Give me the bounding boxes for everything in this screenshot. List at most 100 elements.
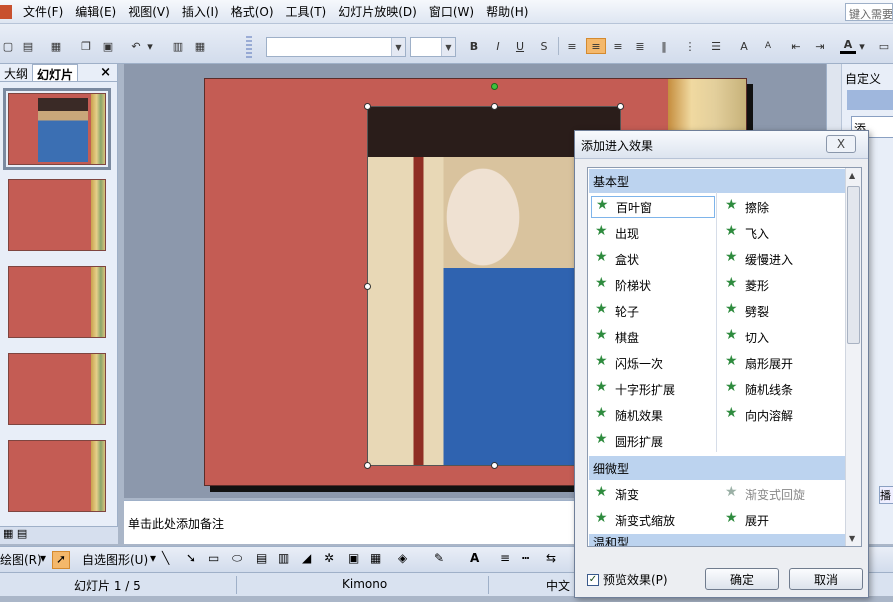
draw-menu-button[interactable]: 绘图(R): [0, 551, 42, 569]
decrease-indent-icon[interactable]: ⇤: [788, 38, 804, 54]
increase-indent-icon[interactable]: ⇥: [812, 38, 828, 54]
design-icon[interactable]: ▭: [876, 38, 892, 54]
draw-menu-dropdown-icon[interactable]: ▾: [40, 551, 46, 569]
diagram-icon[interactable]: ✲: [324, 551, 334, 569]
undo-icon[interactable]: ↶: [128, 38, 144, 54]
effect-item[interactable]: 十字形扩展: [595, 378, 675, 400]
task-pane-nav[interactable]: [847, 90, 893, 110]
scroll-thumb[interactable]: [847, 186, 860, 344]
picture-icon[interactable]: ▦: [370, 551, 381, 569]
print-icon[interactable]: ▦: [48, 38, 64, 54]
effect-item[interactable]: 阶梯状: [595, 274, 651, 296]
slide-thumbnail-5[interactable]: [8, 440, 106, 512]
font-color-dropdown-icon[interactable]: ▾: [858, 38, 866, 54]
effect-item[interactable]: 随机线条: [725, 378, 793, 400]
arrow-style-icon[interactable]: ⇆: [546, 551, 556, 569]
effect-item[interactable]: 劈裂: [725, 300, 769, 322]
resize-handle[interactable]: [364, 283, 371, 290]
menu-tools[interactable]: 工具(T): [281, 1, 332, 22]
chart-icon[interactable]: ▥: [170, 38, 186, 54]
increase-font-icon[interactable]: A: [736, 38, 752, 54]
play-button[interactable]: 播: [879, 486, 893, 504]
effect-item[interactable]: 菱形: [725, 274, 769, 296]
effect-item[interactable]: 棋盘: [595, 326, 639, 348]
effect-item[interactable]: 盒状: [595, 248, 639, 270]
menu-insert[interactable]: 插入(I): [177, 1, 224, 22]
menu-help[interactable]: 帮助(H): [481, 1, 533, 22]
italic-icon[interactable]: I: [490, 38, 506, 54]
numbering-icon[interactable]: ⋮: [682, 38, 698, 54]
effect-item[interactable]: 百叶窗: [591, 196, 715, 218]
effect-item[interactable]: 渐变式缩放: [595, 509, 675, 531]
bullets-icon[interactable]: ☰: [708, 38, 724, 54]
effect-item[interactable]: 随机效果: [595, 404, 663, 426]
slide-thumbnail-4[interactable]: [8, 353, 106, 425]
close-pane-icon[interactable]: ×: [100, 65, 111, 80]
slide-thumbnail-2[interactable]: [8, 179, 106, 251]
justify-icon[interactable]: ≣: [632, 38, 648, 54]
effects-list[interactable]: 基本型 百叶窗 出现 盒状 阶梯状 轮子 棋盘 闪烁一次 十字形扩展 随机效果 …: [587, 167, 862, 547]
preview-checkbox[interactable]: ✓ 预览效果(P): [587, 571, 668, 588]
view-buttons[interactable]: ▦ ▤: [0, 526, 118, 544]
notes-pane[interactable]: 单击此处添加备注: [124, 500, 574, 544]
effect-item[interactable]: 圆形扩展: [595, 430, 663, 452]
decrease-font-icon[interactable]: A: [760, 38, 776, 54]
undo-dropdown-icon[interactable]: ▾: [146, 38, 154, 54]
menu-format[interactable]: 格式(O): [226, 1, 279, 22]
new-icon[interactable]: ▢: [0, 38, 16, 54]
scroll-down-icon[interactable]: ▼: [849, 534, 855, 543]
fill-color-icon[interactable]: ◈: [398, 551, 407, 569]
table-icon[interactable]: ▦: [192, 38, 208, 54]
columns-icon[interactable]: ‖: [656, 38, 672, 54]
resize-handle[interactable]: [364, 103, 371, 110]
effect-item[interactable]: 闪烁一次: [595, 352, 663, 374]
menu-slideshow[interactable]: 幻灯片放映(D): [333, 1, 422, 22]
menu-file[interactable]: 文件(F): [18, 1, 68, 22]
resize-handle[interactable]: [617, 103, 624, 110]
font-size-combo[interactable]: ▼: [410, 37, 456, 57]
resize-handle[interactable]: [491, 103, 498, 110]
select-pointer-icon[interactable]: ➚: [52, 551, 70, 569]
effect-item[interactable]: 展开: [725, 509, 769, 531]
menu-view[interactable]: 视图(V): [123, 1, 175, 22]
rectangle-icon[interactable]: ▭: [208, 551, 219, 569]
wordart-icon[interactable]: ◢: [302, 551, 311, 569]
dialog-title-bar[interactable]: 添加进入效果 X: [575, 131, 868, 159]
resize-handle[interactable]: [364, 462, 371, 469]
toolbar-grip[interactable]: [246, 36, 252, 58]
effect-item[interactable]: 向内溶解: [725, 404, 793, 426]
dash-style-icon[interactable]: ┅: [522, 551, 529, 569]
close-icon[interactable]: X: [826, 135, 856, 153]
line-icon[interactable]: ╲: [162, 551, 169, 569]
tab-slides[interactable]: 幻灯片: [32, 64, 79, 82]
effect-item[interactable]: 缓慢进入: [725, 248, 793, 270]
align-right-icon[interactable]: ≡: [610, 38, 626, 54]
slide-thumbnail-1[interactable]: [3, 88, 111, 170]
copy-icon[interactable]: ❐: [78, 38, 94, 54]
app-icon[interactable]: [0, 4, 12, 19]
font-color-draw-icon[interactable]: A: [470, 551, 479, 569]
shadow-icon[interactable]: S: [536, 38, 552, 54]
slide-thumbnail-3[interactable]: [8, 266, 106, 338]
menu-edit[interactable]: 编辑(E): [70, 1, 121, 22]
font-color-icon[interactable]: A: [840, 38, 856, 54]
oval-icon[interactable]: ⬭: [232, 551, 242, 569]
align-left-icon[interactable]: ≡: [564, 38, 580, 54]
clipart-icon[interactable]: ▣: [348, 551, 359, 569]
textbox-icon[interactable]: ▤: [256, 551, 267, 569]
effect-item[interactable]: 飞入: [725, 222, 769, 244]
effects-scrollbar[interactable]: ▲ ▼: [845, 168, 861, 546]
bold-icon[interactable]: B: [466, 38, 482, 54]
effect-item[interactable]: 切入: [725, 326, 769, 348]
rotate-handle[interactable]: [491, 83, 498, 90]
effect-item[interactable]: 轮子: [595, 300, 639, 322]
cancel-button[interactable]: 取消: [789, 568, 863, 590]
font-name-combo[interactable]: ▼: [266, 37, 406, 57]
autoshapes-dropdown-icon[interactable]: ▾: [150, 551, 156, 569]
resize-handle[interactable]: [491, 462, 498, 469]
line-color-icon[interactable]: ✎: [434, 551, 444, 569]
underline-icon[interactable]: U: [512, 38, 528, 54]
menu-window[interactable]: 窗口(W): [424, 1, 479, 22]
effect-item[interactable]: 扇形展开: [725, 352, 793, 374]
ok-button[interactable]: 确定: [705, 568, 779, 590]
